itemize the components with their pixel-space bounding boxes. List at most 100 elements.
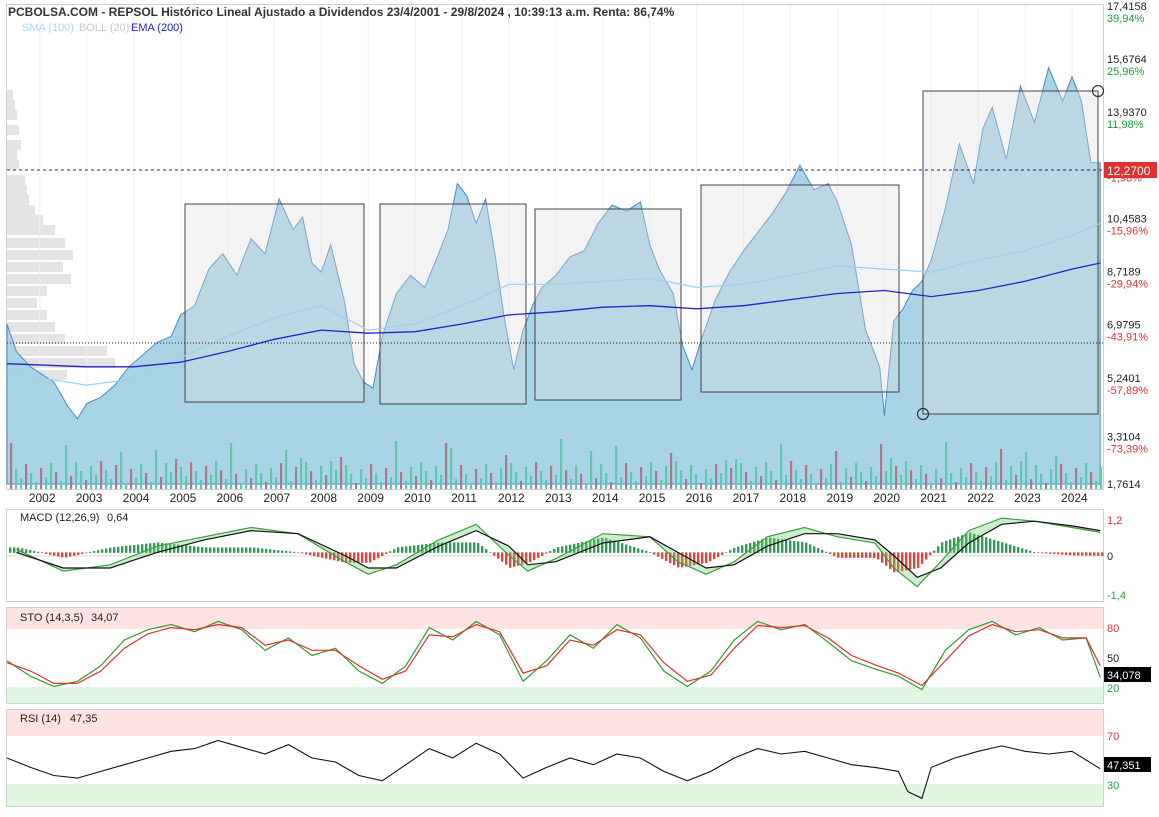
sto-tick-20: 20 bbox=[1107, 683, 1119, 695]
macd-hist-bar bbox=[785, 539, 788, 553]
macd-hist-bar bbox=[1081, 552, 1084, 556]
price-tick-pct: -15,96% bbox=[1107, 225, 1148, 237]
volume-bar bbox=[360, 469, 363, 489]
year-label: 2008 bbox=[310, 491, 337, 505]
macd-hist-bar bbox=[657, 552, 660, 557]
volume-bar bbox=[760, 476, 763, 489]
volume-bar bbox=[545, 480, 548, 489]
volume-bar bbox=[840, 482, 843, 489]
macd-hist-bar bbox=[913, 552, 916, 569]
last-price-label: 12,2700 bbox=[1107, 164, 1151, 178]
macd-hist-bar bbox=[65, 552, 68, 558]
macd-hist-bar bbox=[1005, 543, 1008, 553]
volume-bar bbox=[1050, 469, 1053, 489]
year-label: 2024 bbox=[1061, 491, 1088, 505]
volume-bar bbox=[720, 473, 723, 489]
macd-hist-bar bbox=[729, 550, 732, 553]
volume-bar bbox=[205, 466, 208, 489]
volume-bar bbox=[430, 480, 433, 489]
macd-hist-bar bbox=[129, 545, 132, 553]
sto-oversold-band bbox=[7, 687, 1103, 703]
volume-bar bbox=[395, 441, 398, 489]
volume-bar bbox=[305, 462, 308, 489]
volume-bar bbox=[245, 469, 248, 489]
volume-bar bbox=[590, 451, 593, 489]
macd-hist-bar bbox=[941, 542, 944, 553]
price-tick-pct: -73,39% bbox=[1107, 444, 1148, 456]
volume-bar bbox=[850, 477, 853, 489]
macd-hist-bar bbox=[325, 552, 328, 559]
volume-bar bbox=[65, 445, 68, 489]
volume-bar bbox=[710, 478, 713, 489]
volume-bar bbox=[55, 472, 58, 489]
macd-hist-bar bbox=[821, 549, 824, 553]
price-tick-label: 15,6764 bbox=[1107, 54, 1147, 66]
volume-bar bbox=[1070, 482, 1073, 489]
volume-bar bbox=[1100, 467, 1103, 489]
volume-bar bbox=[1080, 477, 1083, 489]
macd-hist-bar bbox=[853, 552, 856, 558]
volume-bar bbox=[1090, 472, 1093, 489]
year-label: 2007 bbox=[263, 491, 290, 505]
macd-hist-bar bbox=[869, 552, 872, 558]
macd-hist-bar bbox=[809, 544, 812, 553]
volume-profile-bar bbox=[7, 175, 25, 185]
volume-profile-bar bbox=[7, 322, 55, 332]
macd-hist-bar bbox=[265, 548, 268, 553]
volume-bar bbox=[980, 481, 983, 489]
macd-hist-bar bbox=[81, 552, 84, 555]
year-label: 2009 bbox=[357, 491, 384, 505]
sto-title: STO (14,3,5) bbox=[20, 612, 83, 624]
volume-bar bbox=[500, 468, 503, 489]
volume-bar bbox=[650, 462, 653, 489]
macd-hist-bar bbox=[489, 552, 492, 553]
volume-bar bbox=[380, 482, 383, 489]
macd-hist-bar bbox=[1041, 552, 1044, 554]
volume-profile-bar bbox=[7, 140, 21, 150]
volume-bar bbox=[385, 468, 388, 489]
macd-hist-bar bbox=[213, 547, 216, 553]
volume-bar bbox=[520, 481, 523, 489]
rsi-oversold-band bbox=[7, 784, 1103, 806]
macd-hist-bar bbox=[317, 552, 320, 557]
volume-bar bbox=[575, 465, 578, 489]
macd-hist-bar bbox=[301, 552, 304, 554]
volume-bar bbox=[640, 467, 643, 489]
volume-bar bbox=[460, 465, 463, 489]
volume-bar bbox=[470, 483, 473, 489]
macd-hist-bar bbox=[645, 550, 648, 553]
volume-bar bbox=[1060, 464, 1063, 489]
volume-bar bbox=[570, 479, 573, 489]
macd-hist-bar bbox=[993, 539, 996, 553]
volume-bar bbox=[890, 458, 893, 489]
volume-bar bbox=[50, 463, 53, 489]
volume-bar bbox=[100, 461, 103, 489]
macd-tick-bottom: -1,4 bbox=[1107, 590, 1126, 602]
macd-hist-bar bbox=[481, 546, 484, 553]
macd-hist-bar bbox=[701, 552, 704, 564]
volume-bar bbox=[745, 472, 748, 489]
macd-hist-bar bbox=[381, 552, 384, 557]
volume-bar bbox=[1065, 473, 1068, 489]
year-label: 2010 bbox=[404, 491, 431, 505]
macd-hist-bar bbox=[401, 546, 404, 553]
year-label: 2022 bbox=[967, 491, 994, 505]
macd-hist-bar bbox=[269, 549, 272, 553]
volume-bar bbox=[155, 450, 158, 489]
macd-hist-bar bbox=[665, 552, 668, 561]
volume-bar bbox=[170, 472, 173, 489]
macd-hist-bar bbox=[397, 547, 400, 553]
highlight-box-2005 bbox=[184, 203, 365, 403]
volume-bar bbox=[740, 463, 743, 489]
volume-bar bbox=[125, 483, 128, 489]
macd-hist-bar bbox=[621, 543, 624, 553]
volume-bar bbox=[355, 483, 358, 489]
volume-bar bbox=[785, 475, 788, 489]
year-label: 2020 bbox=[873, 491, 900, 505]
volume-bar bbox=[400, 472, 403, 489]
macd-hist-bar bbox=[57, 552, 60, 557]
volume-profile-bar bbox=[7, 100, 15, 110]
volume-bar bbox=[310, 471, 313, 489]
volume-bar bbox=[40, 468, 43, 489]
volume-bar bbox=[370, 464, 373, 489]
